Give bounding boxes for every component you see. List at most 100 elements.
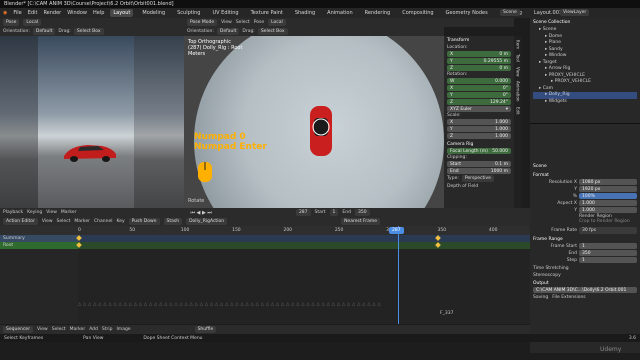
action-key-menu[interactable]: Key [116,219,124,224]
output-header[interactable]: Output [533,281,637,286]
clip-end-field[interactable]: End 1000 m [447,168,511,174]
start-field[interactable]: 1 [329,209,339,216]
channel-summary[interactable]: Summary [0,235,78,242]
location-field-z[interactable]: Z 0 m [447,65,511,71]
clip-start-field[interactable]: Start 0.1 m [447,161,511,167]
top-pose-menu[interactable]: Pose [254,20,264,25]
frame-ruler[interactable]: 050100150200250300350400 [78,226,530,235]
res-y-field[interactable]: 1920 px [579,186,637,192]
sidebar-tab-item[interactable]: Item [516,40,521,49]
top-mode-select[interactable]: Pose Mode [187,19,218,26]
output-path-field[interactable]: C:\CAM ANIM 3D\C...\Dolly\6.2 Orbit.001 [533,287,637,293]
top-select-box[interactable]: Select Box [257,28,288,35]
select-box-button[interactable]: Select Box [73,28,104,35]
sidebar-tab-tool[interactable]: Tool [516,54,521,62]
transform-header[interactable]: Transform [447,38,511,43]
workspace-tab-compositing[interactable]: Compositing [399,9,436,17]
focal-length-field[interactable]: Focal Length (m) 50.000 [447,148,511,154]
seq-view-menu[interactable]: View [37,327,48,332]
blender-logo-icon[interactable]: ◉ [3,10,7,16]
seq-add-menu[interactable]: Add [89,327,98,332]
scale-field-x[interactable]: X 1.000 [447,119,511,125]
stash-button[interactable]: Stash [163,218,183,225]
playhead-frame[interactable]: 287 [389,227,404,234]
mode-select[interactable]: Pose [3,19,20,26]
workspace-tab-uv-editing[interactable]: UV Editing [209,9,241,17]
pct-field[interactable]: 100% [579,193,637,199]
menu-help[interactable]: Help [93,10,104,16]
current-frame-field[interactable]: 287 [295,209,311,216]
frame-step-field[interactable]: 1 [579,257,637,263]
time-stretching-header[interactable]: Time Stretching [533,266,637,271]
top-view-menu[interactable]: View [221,20,232,25]
frame-rate-select[interactable]: 30 fps [579,227,637,234]
shuffle-select[interactable]: Shuffle [194,326,217,333]
view-layer-selector[interactable]: ViewLayer [560,9,590,16]
playhead-line[interactable] [398,226,399,324]
rotation-field-z[interactable]: Z 129.24° [447,99,511,105]
scale-field-z[interactable]: Z 1.000 [447,133,511,139]
top-ortho-viewport[interactable]: Top Orthographic (287) Dolly_Rig : Root … [184,36,444,208]
workspace-tab-modeling[interactable]: Modeling [139,9,168,17]
location-field-x[interactable]: X 0 m [447,51,511,57]
seq-select-menu[interactable]: Select [52,327,66,332]
workspace-tab-sculpting[interactable]: Sculpting [174,9,203,17]
keying-menu[interactable]: Keying [27,210,42,215]
workspace-tab-texture-paint[interactable]: Texture Paint [248,9,286,17]
snap-select[interactable]: Nearest Frame [341,218,381,225]
top-select-menu[interactable]: Select [236,20,250,25]
rotation-field-w[interactable]: W 0.000 [447,78,511,84]
action-select-menu[interactable]: Select [57,219,71,224]
outliner-item[interactable]: ▸ Widgets [533,99,637,106]
end-field[interactable]: 350 [354,209,370,216]
sidebar-tab-edit[interactable]: Edit [516,107,521,115]
playback-controls[interactable]: ⏮ ◀ ▶ ⏭ [190,210,211,216]
frame-end-field[interactable]: 350 [579,250,637,256]
playback-menu[interactable]: Playback [3,210,23,215]
camera-rig-header[interactable]: Camera Rig [447,142,511,147]
scale-field-y[interactable]: Y 1.000 [447,126,511,132]
seq-image-menu[interactable]: Image [116,327,130,332]
workspace-tab-layout[interactable]: Layout [110,9,134,17]
editor-mode-select[interactable]: Action Editor [3,218,38,225]
format-header[interactable]: Format [533,173,637,178]
location-field-y[interactable]: Y 0.29555 m [447,58,511,64]
camera-viewport[interactable] [0,36,184,208]
rotation-mode-select[interactable]: XYZ Euler ▾ [447,106,511,112]
sidebar-tab-view[interactable]: View [516,67,521,77]
push-down-button[interactable]: Push Down [128,218,160,225]
scene-name[interactable]: Scene [500,9,520,16]
type-select[interactable]: Perspective [461,175,494,182]
view-layer-name[interactable]: ViewLayer [560,9,590,16]
timeline-marker-menu[interactable]: Marker [61,210,77,215]
action-view-menu[interactable]: View [42,219,53,224]
action-select[interactable]: Dolly_RigAction [186,218,228,225]
rotation-field-x[interactable]: X 0° [447,85,511,91]
res-x-field[interactable]: 1080 px [579,179,637,185]
channel-root[interactable]: Root [0,242,78,249]
action-channel-menu[interactable]: Channel [94,219,112,224]
file-extensions-checkbox[interactable]: File Extensions [552,295,585,300]
menu-file[interactable]: File [13,10,21,16]
seq-marker-menu[interactable]: Marker [70,327,86,332]
crop-region-checkbox[interactable]: Crop to Render Region [579,219,637,224]
orientation-select[interactable]: Default [32,28,56,35]
scene-selector[interactable]: Scene [500,9,520,16]
timeline-view-menu[interactable]: View [46,210,57,215]
menu-edit[interactable]: Edit [28,10,38,16]
action-marker-menu[interactable]: Marker [74,219,90,224]
workspace-tab-animation[interactable]: Animation [324,9,356,17]
stereoscopy-header[interactable]: Stereoscopy [533,273,637,278]
sequencer-editor-select[interactable]: Sequencer [3,326,34,333]
frame-start-field[interactable]: 1 [579,243,637,249]
workspace-tab-shading[interactable]: Shading [292,9,318,17]
seq-strip-menu[interactable]: Strip [102,327,113,332]
aspect-x-field[interactable]: 1.000 [579,200,637,206]
aspect-y-field[interactable]: 1.000 [579,207,637,213]
rotation-field-y[interactable]: Y 0° [447,92,511,98]
menu-render[interactable]: Render [43,10,61,16]
workspace-tab-geometry-nodes[interactable]: Geometry Nodes [443,9,491,17]
workspace-tab-rendering[interactable]: Rendering [362,9,394,17]
sidebar-tab-animation[interactable]: Animation [516,81,521,101]
transform-pivot[interactable]: Local [23,19,42,26]
